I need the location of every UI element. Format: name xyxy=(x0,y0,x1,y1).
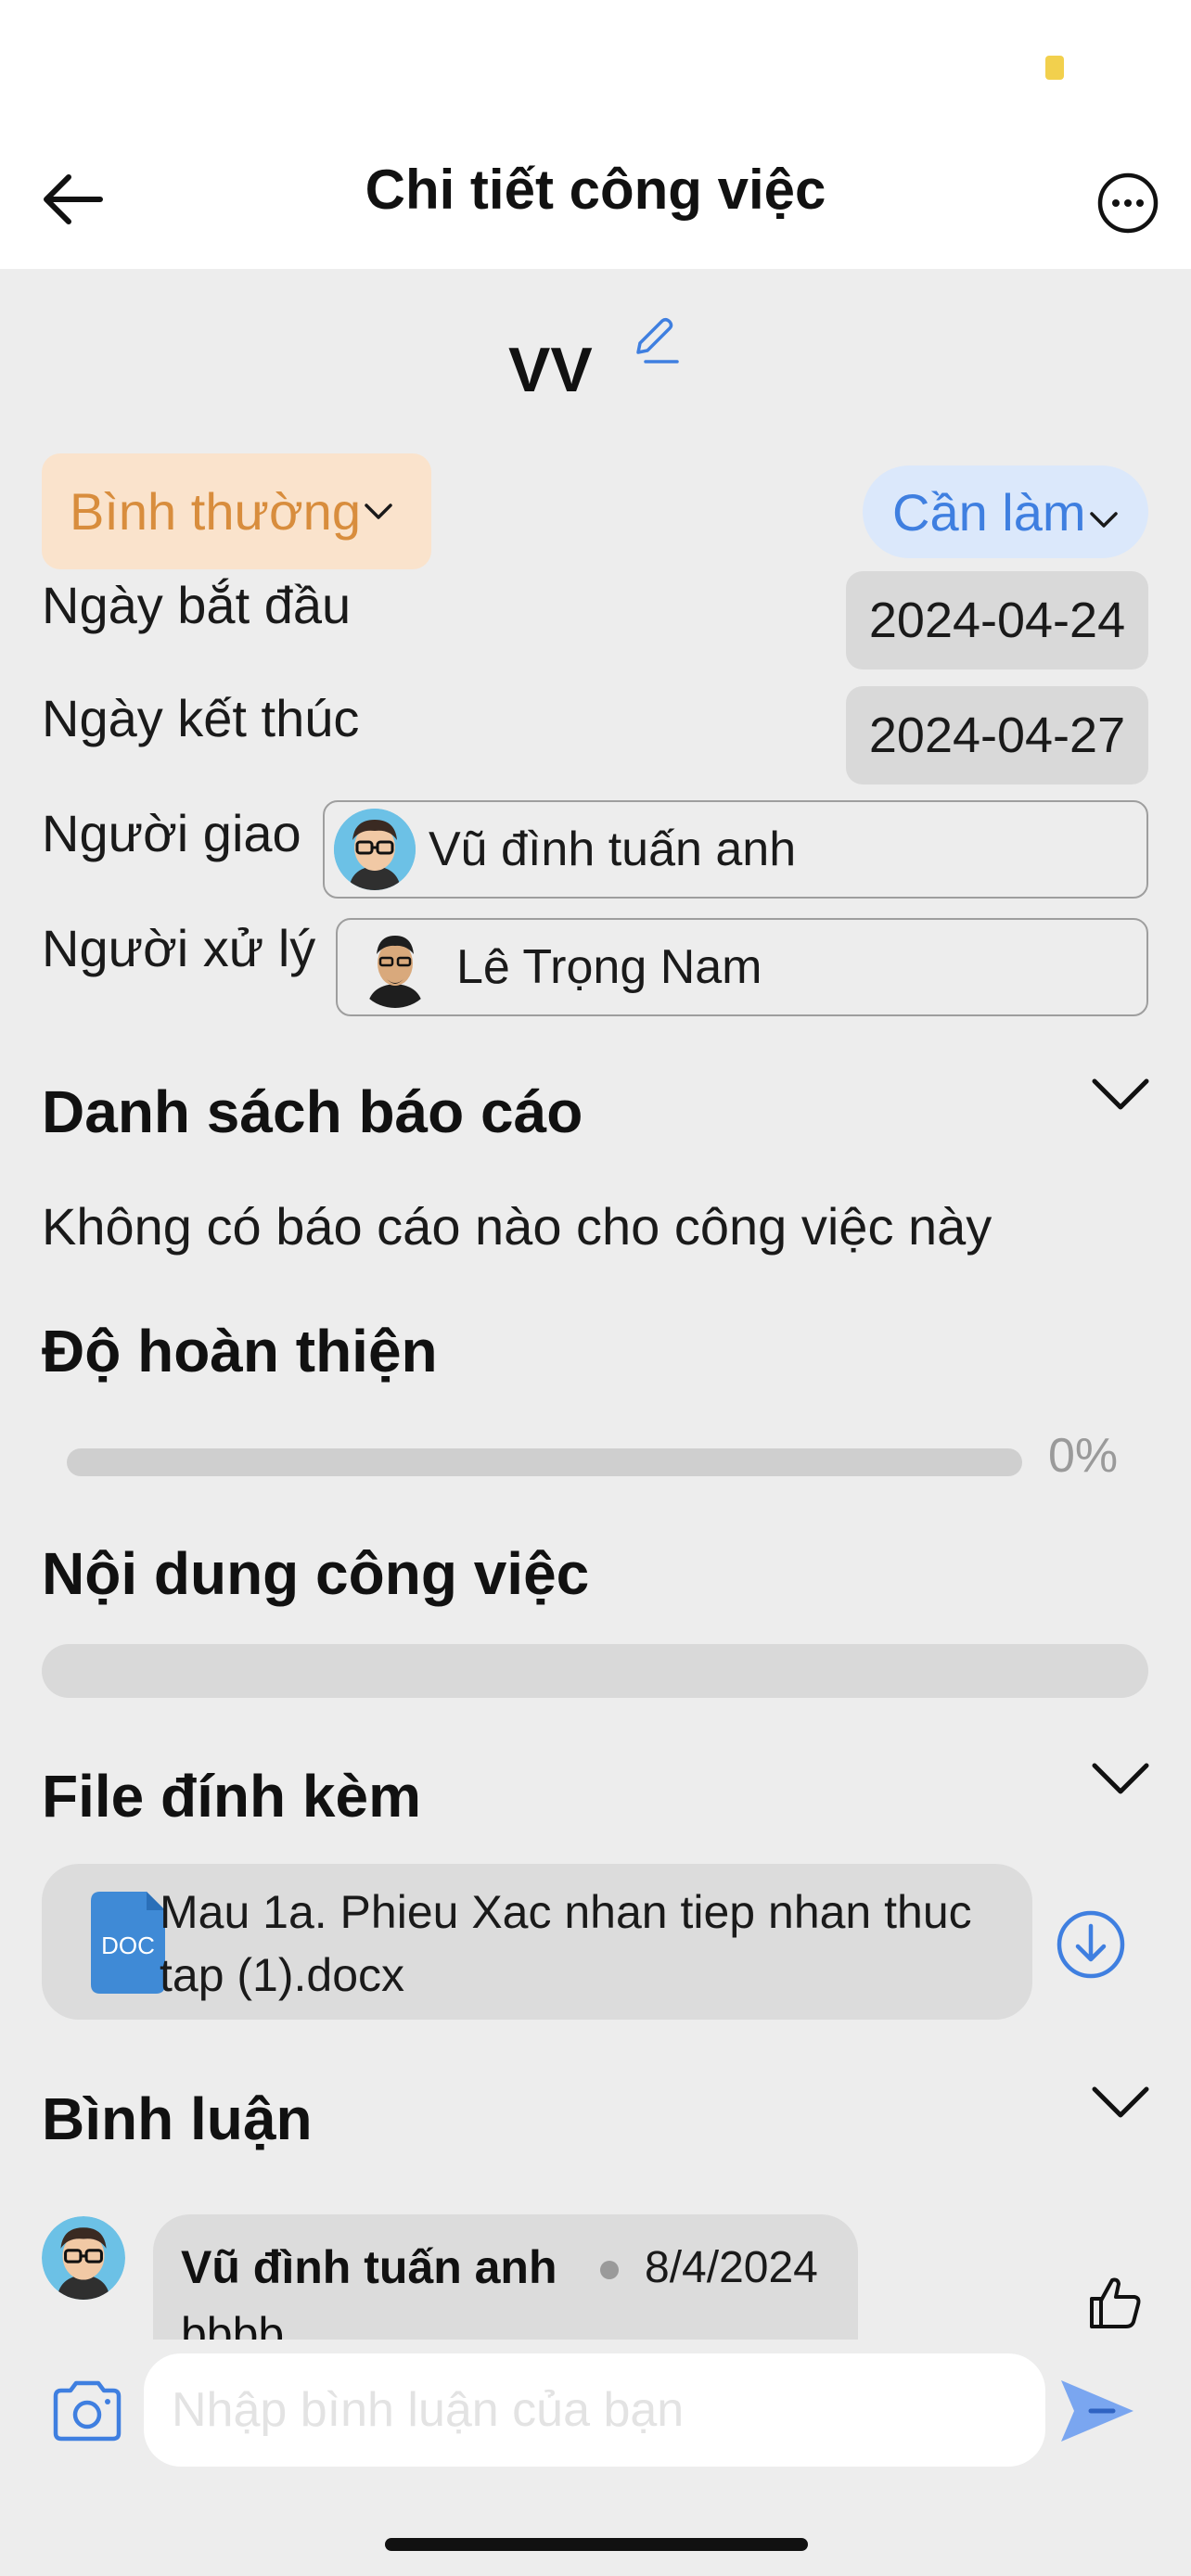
comment-item: Vũ đình tuấn anh 8/4/2024 bbbb xyxy=(153,2214,858,2340)
more-options-button[interactable] xyxy=(1095,170,1161,236)
avatar xyxy=(354,926,436,1008)
status-indicator xyxy=(1045,56,1064,80)
send-icon xyxy=(1061,2380,1133,2442)
page-title: Chi tiết công việc xyxy=(365,159,826,221)
comments-toggle[interactable] xyxy=(1090,2084,1151,2129)
chevron-down-icon xyxy=(365,503,392,519)
attachment-file-name: Mau 1a. Phieu Xac nhan tiep nhan thuc ta… xyxy=(160,1886,972,2001)
comment-avatar xyxy=(42,2216,125,2300)
reports-toggle[interactable] xyxy=(1090,1076,1151,1121)
pencil-icon xyxy=(636,317,679,363)
status-dropdown[interactable]: Cần làm xyxy=(863,465,1148,558)
avatar-glasses-man-icon xyxy=(334,809,416,890)
comment-input[interactable] xyxy=(144,2353,1045,2467)
camera-button[interactable] xyxy=(48,2376,126,2446)
send-button[interactable] xyxy=(1056,2374,1139,2448)
assigner-name: Vũ đình tuấn anh xyxy=(429,823,797,876)
edit-task-name-button[interactable] xyxy=(629,313,681,365)
task-name: VV xyxy=(508,335,593,405)
avatar-glasses-man-icon xyxy=(42,2216,125,2300)
separator-dot xyxy=(600,2261,619,2279)
doc-file-icon-label: DOC xyxy=(101,1932,155,1959)
doc-file-icon: DOC xyxy=(91,1892,165,1998)
handler-label: Người xử lý xyxy=(42,919,316,977)
attachments-section-title: File đính kèm xyxy=(42,1763,421,1830)
handler-name: Lê Trọng Nam xyxy=(456,940,762,994)
status-value: Cần làm xyxy=(892,482,1086,542)
reports-empty-text: Không có báo cáo nào cho công việc này xyxy=(42,1197,992,1256)
comment-author: Vũ đình tuấn anh xyxy=(181,2241,557,2293)
reports-section-title: Danh sách báo cáo xyxy=(42,1078,583,1145)
comment-text: bbbb xyxy=(181,2308,285,2340)
progress-bar xyxy=(67,1448,1022,1476)
download-icon xyxy=(1057,1910,1125,1979)
thumbs-up-icon xyxy=(1090,2277,1141,2328)
handler-field[interactable]: Lê Trọng Nam xyxy=(336,918,1148,1016)
assigner-label: Người giao xyxy=(42,804,301,862)
priority-value: Bình thường xyxy=(70,482,361,541)
start-date-label: Ngày bắt đầu xyxy=(42,576,352,634)
more-horizontal-icon xyxy=(1097,172,1159,234)
chevron-down-icon xyxy=(1092,1763,1149,1794)
download-button[interactable] xyxy=(1054,1907,1128,1982)
attachments-toggle[interactable] xyxy=(1090,1760,1151,1805)
avatar xyxy=(334,809,416,890)
end-date-label: Ngày kết thúc xyxy=(42,689,360,747)
assigner-field[interactable]: Vũ đình tuấn anh xyxy=(323,800,1148,899)
progress-percent: 0% xyxy=(1048,1429,1119,1483)
task-content-field xyxy=(42,1644,1148,1698)
completion-section-title: Độ hoàn thiện xyxy=(42,1318,438,1384)
end-date-field[interactable]: 2024-04-27 xyxy=(846,686,1148,784)
content-section-title: Nội dung công việc xyxy=(42,1540,590,1607)
chevron-down-icon xyxy=(1092,2086,1149,2118)
like-button[interactable] xyxy=(1083,2270,1148,2335)
chevron-down-icon xyxy=(1089,512,1118,528)
start-date-field[interactable]: 2024-04-24 xyxy=(846,571,1148,670)
chevron-down-icon xyxy=(1092,1078,1149,1110)
camera-icon xyxy=(53,2380,122,2442)
comment-date: 8/4/2024 xyxy=(645,2243,818,2292)
comments-section-title: Bình luận xyxy=(42,2085,313,2152)
app-header xyxy=(0,0,1191,269)
priority-dropdown[interactable]: Bình thường xyxy=(42,453,431,569)
home-indicator xyxy=(385,2538,808,2551)
avatar-man-icon xyxy=(367,936,423,1008)
